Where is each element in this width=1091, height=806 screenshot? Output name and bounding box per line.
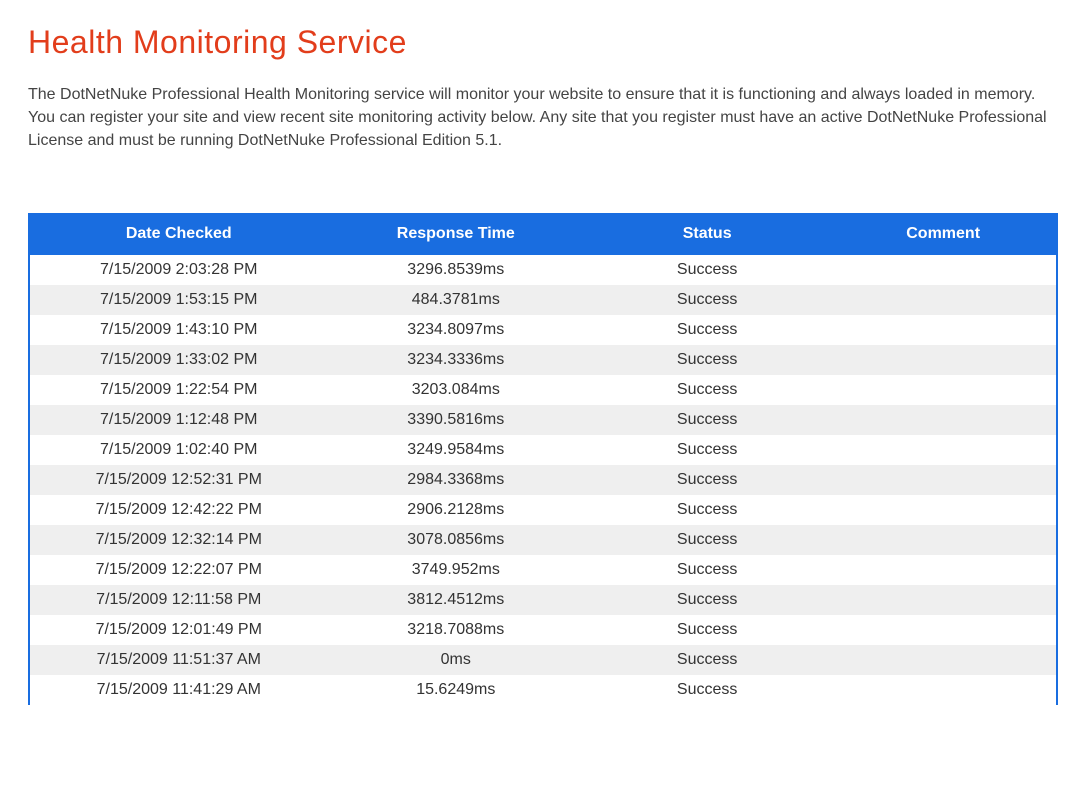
cell-response-time: 15.6249ms — [328, 675, 585, 705]
cell-response-time: 3234.3336ms — [328, 345, 585, 375]
cell-status: Success — [584, 255, 830, 285]
cell-comment — [830, 465, 1056, 495]
cell-comment — [830, 285, 1056, 315]
table-row: 7/15/2009 2:03:28 PM3296.8539msSuccess — [30, 255, 1056, 285]
monitoring-table: Date Checked Response Time Status Commen… — [30, 215, 1056, 705]
cell-status: Success — [584, 285, 830, 315]
cell-comment — [830, 255, 1056, 285]
cell-response-time: 3234.8097ms — [328, 315, 585, 345]
table-row: 7/15/2009 12:01:49 PM3218.7088msSuccess — [30, 615, 1056, 645]
cell-comment — [830, 615, 1056, 645]
table-body: 7/15/2009 2:03:28 PM3296.8539msSuccess7/… — [30, 255, 1056, 705]
cell-date-checked: 7/15/2009 1:43:10 PM — [30, 315, 328, 345]
table-row: 7/15/2009 1:22:54 PM3203.084msSuccess — [30, 375, 1056, 405]
cell-date-checked: 7/15/2009 1:53:15 PM — [30, 285, 328, 315]
cell-comment — [830, 405, 1056, 435]
table-row: 7/15/2009 12:11:58 PM3812.4512msSuccess — [30, 585, 1056, 615]
cell-status: Success — [584, 615, 830, 645]
monitoring-table-wrap: Date Checked Response Time Status Commen… — [28, 213, 1058, 705]
cell-date-checked: 7/15/2009 1:12:48 PM — [30, 405, 328, 435]
cell-comment — [830, 525, 1056, 555]
page-title: Health Monitoring Service — [28, 24, 1063, 61]
cell-date-checked: 7/15/2009 2:03:28 PM — [30, 255, 328, 285]
col-header-response-time: Response Time — [328, 215, 585, 255]
cell-status: Success — [584, 345, 830, 375]
table-row: 7/15/2009 1:02:40 PM3249.9584msSuccess — [30, 435, 1056, 465]
table-row: 7/15/2009 11:41:29 AM15.6249msSuccess — [30, 675, 1056, 705]
cell-comment — [830, 435, 1056, 465]
cell-comment — [830, 345, 1056, 375]
col-header-date-checked: Date Checked — [30, 215, 328, 255]
table-row: 7/15/2009 1:53:15 PM484.3781msSuccess — [30, 285, 1056, 315]
table-row: 7/15/2009 1:33:02 PM3234.3336msSuccess — [30, 345, 1056, 375]
cell-comment — [830, 495, 1056, 525]
cell-status: Success — [584, 405, 830, 435]
cell-date-checked: 7/15/2009 1:02:40 PM — [30, 435, 328, 465]
cell-date-checked: 7/15/2009 1:33:02 PM — [30, 345, 328, 375]
cell-comment — [830, 585, 1056, 615]
intro-text: The DotNetNuke Professional Health Monit… — [28, 83, 1058, 153]
cell-date-checked: 7/15/2009 12:42:22 PM — [30, 495, 328, 525]
cell-status: Success — [584, 435, 830, 465]
cell-date-checked: 7/15/2009 12:11:58 PM — [30, 585, 328, 615]
cell-comment — [830, 645, 1056, 675]
cell-response-time: 3812.4512ms — [328, 585, 585, 615]
table-row: 7/15/2009 12:22:07 PM3749.952msSuccess — [30, 555, 1056, 585]
col-header-comment: Comment — [830, 215, 1056, 255]
cell-comment — [830, 555, 1056, 585]
cell-response-time: 3749.952ms — [328, 555, 585, 585]
cell-response-time: 3390.5816ms — [328, 405, 585, 435]
cell-status: Success — [584, 525, 830, 555]
cell-date-checked: 7/15/2009 11:51:37 AM — [30, 645, 328, 675]
cell-status: Success — [584, 645, 830, 675]
col-header-status: Status — [584, 215, 830, 255]
cell-status: Success — [584, 585, 830, 615]
cell-response-time: 2906.2128ms — [328, 495, 585, 525]
cell-date-checked: 7/15/2009 12:22:07 PM — [30, 555, 328, 585]
cell-date-checked: 7/15/2009 1:22:54 PM — [30, 375, 328, 405]
table-row: 7/15/2009 12:52:31 PM2984.3368msSuccess — [30, 465, 1056, 495]
cell-response-time: 3218.7088ms — [328, 615, 585, 645]
table-header: Date Checked Response Time Status Commen… — [30, 215, 1056, 255]
cell-status: Success — [584, 675, 830, 705]
table-row: 7/15/2009 11:51:37 AM0msSuccess — [30, 645, 1056, 675]
cell-date-checked: 7/15/2009 12:01:49 PM — [30, 615, 328, 645]
cell-status: Success — [584, 465, 830, 495]
cell-status: Success — [584, 375, 830, 405]
cell-comment — [830, 375, 1056, 405]
table-row: 7/15/2009 12:32:14 PM3078.0856msSuccess — [30, 525, 1056, 555]
cell-status: Success — [584, 495, 830, 525]
cell-response-time: 0ms — [328, 645, 585, 675]
cell-response-time: 3078.0856ms — [328, 525, 585, 555]
cell-date-checked: 7/15/2009 11:41:29 AM — [30, 675, 328, 705]
table-row: 7/15/2009 12:42:22 PM2906.2128msSuccess — [30, 495, 1056, 525]
cell-status: Success — [584, 315, 830, 345]
table-row: 7/15/2009 1:43:10 PM3234.8097msSuccess — [30, 315, 1056, 345]
cell-comment — [830, 315, 1056, 345]
cell-status: Success — [584, 555, 830, 585]
cell-response-time: 484.3781ms — [328, 285, 585, 315]
page-container: Health Monitoring Service The DotNetNuke… — [0, 0, 1091, 705]
table-header-row: Date Checked Response Time Status Commen… — [30, 215, 1056, 255]
cell-date-checked: 7/15/2009 12:32:14 PM — [30, 525, 328, 555]
cell-response-time: 2984.3368ms — [328, 465, 585, 495]
cell-comment — [830, 675, 1056, 705]
table-row: 7/15/2009 1:12:48 PM3390.5816msSuccess — [30, 405, 1056, 435]
cell-response-time: 3203.084ms — [328, 375, 585, 405]
cell-response-time: 3296.8539ms — [328, 255, 585, 285]
cell-date-checked: 7/15/2009 12:52:31 PM — [30, 465, 328, 495]
cell-response-time: 3249.9584ms — [328, 435, 585, 465]
